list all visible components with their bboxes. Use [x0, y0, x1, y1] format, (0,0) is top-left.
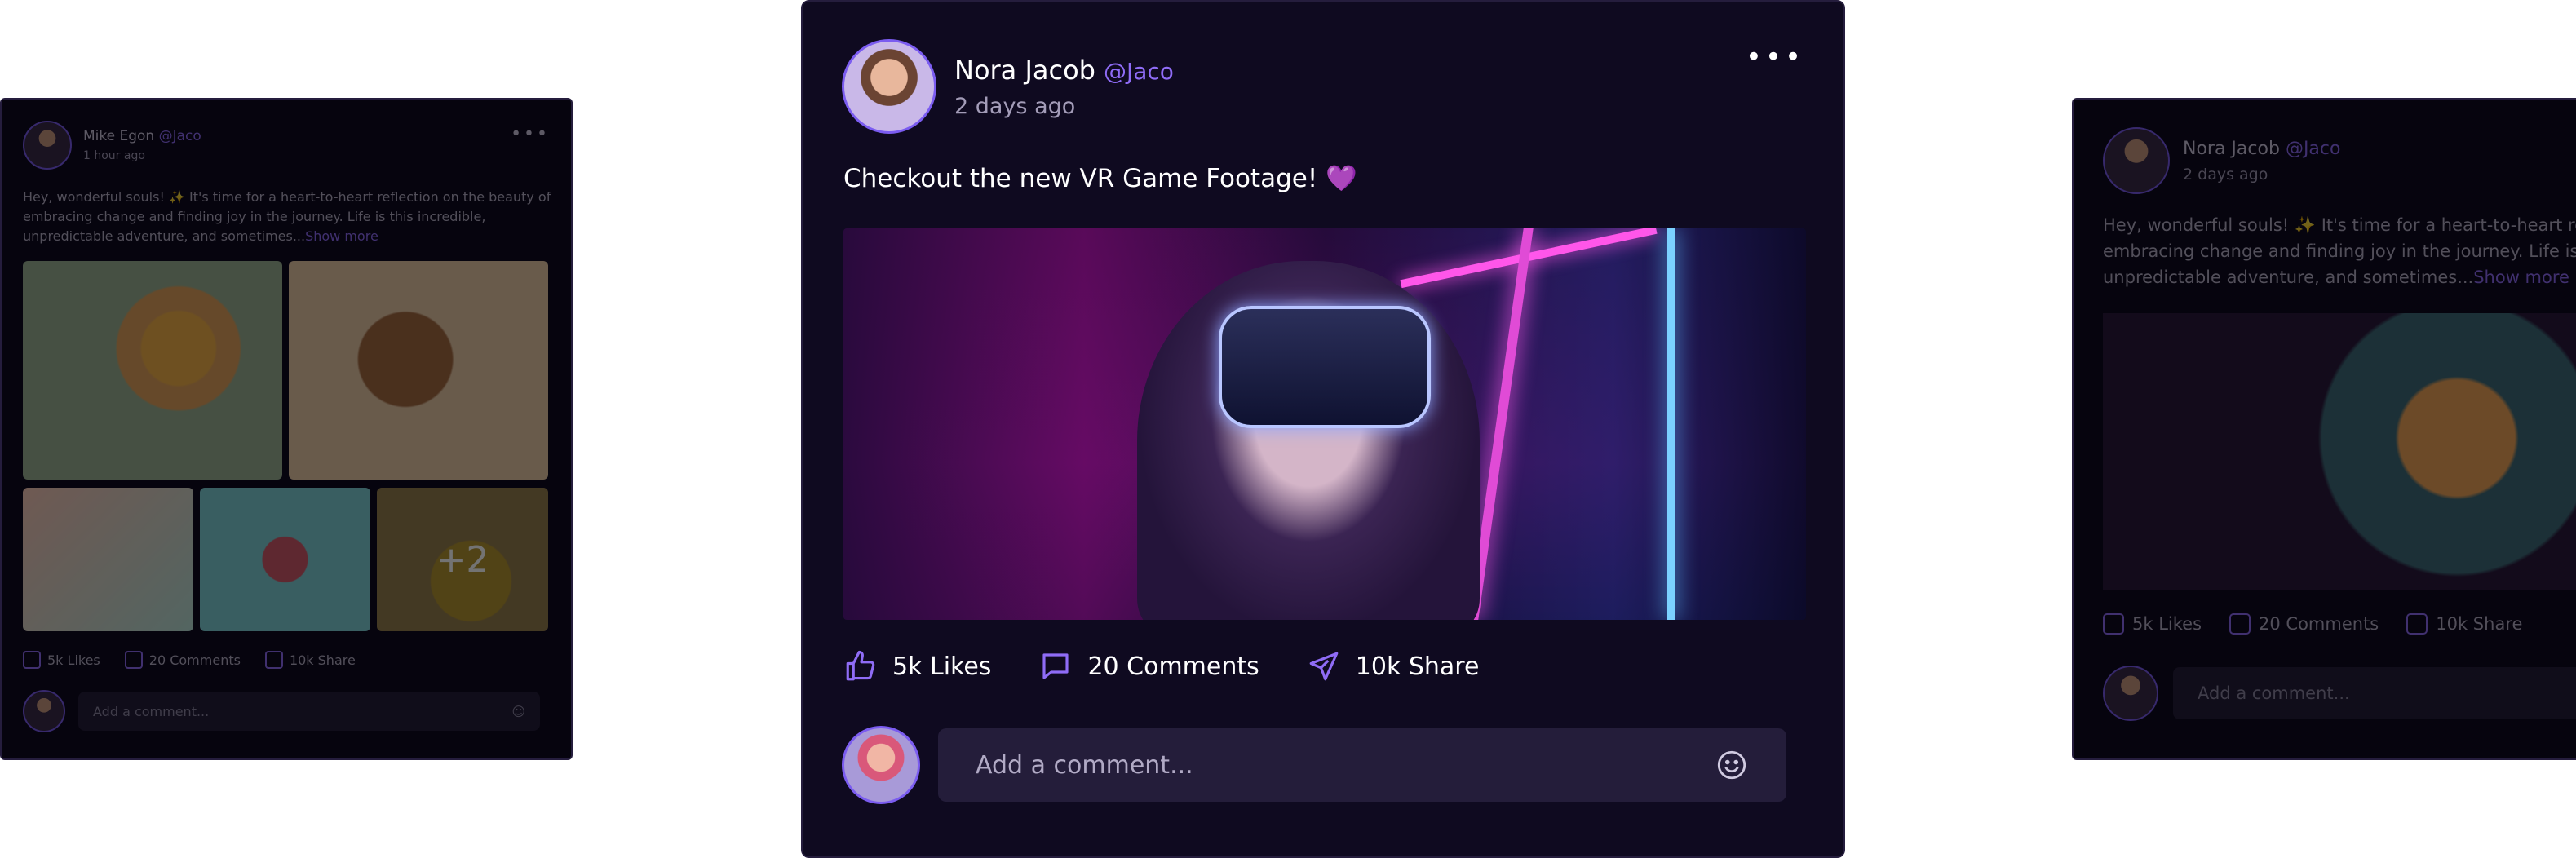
gallery-image-3[interactable]	[23, 488, 193, 631]
comment-input[interactable]: Add a comment...	[938, 728, 1786, 802]
post-header: Nora Jacob @Jaco 2 days ago	[2103, 127, 2340, 194]
post-text-line: Hey, wonderful souls! ✨ It's time for a …	[2103, 215, 2576, 235]
author-handle[interactable]: @Jaco	[159, 128, 201, 144]
send-icon	[1309, 652, 1339, 681]
comment-button[interactable]: 20 Comments	[124, 651, 241, 669]
post-actions: 5k Likes 20 Comments 10k Share	[2103, 613, 2522, 635]
show-more-link[interactable]: Show more	[305, 228, 378, 244]
post-actions: 5k Likes 20 Comments 10k Share	[843, 649, 1479, 683]
likes-count: 5k Likes	[892, 652, 992, 681]
more-horizontal-icon[interactable]: •••	[1746, 43, 1804, 71]
post-text-line: unpredictable adventure, and sometimes..…	[2103, 268, 2474, 287]
more-horizontal-icon[interactable]: •••	[511, 124, 550, 144]
post-caption: Checkout the new VR Game Footage! 💜	[843, 163, 1357, 193]
more-images-count: +2	[377, 488, 548, 631]
author-handle[interactable]: @Jaco	[1104, 58, 1174, 85]
purple-heart-emoji: 💜	[1326, 164, 1357, 193]
smile-icon[interactable]	[1715, 748, 1749, 782]
likes-count: 5k Likes	[47, 652, 100, 668]
post-card-main[interactable]: Nora Jacob @Jaco 2 days ago ••• Checkout…	[801, 0, 1845, 858]
post-time: 2 days ago	[2183, 165, 2268, 184]
post-card-right[interactable]: Nora Jacob @Jaco 2 days ago Hey, wonderf…	[2072, 98, 2576, 760]
comment-input[interactable]: Add a comment... ☺	[78, 692, 540, 731]
vr-headset	[1219, 306, 1431, 428]
share-count: 10k Share	[2436, 614, 2523, 634]
send-icon	[264, 651, 283, 669]
post-card-left[interactable]: Mike Egon @Jaco 1 hour ago ••• Hey, wond…	[0, 98, 573, 760]
post-image[interactable]	[843, 228, 1806, 620]
send-icon	[2406, 613, 2428, 635]
comment-icon	[2229, 613, 2251, 635]
share-button[interactable]: 10k Share	[264, 651, 356, 669]
author-name-row: Nora Jacob @Jaco	[2183, 139, 2340, 159]
thumbs-up-icon	[23, 651, 41, 669]
post-time: 1 hour ago	[83, 149, 145, 162]
comment-composer: Add a comment...	[842, 726, 1786, 804]
post-image[interactable]	[2103, 313, 2576, 590]
post-text-line: embracing change and finding joy in the …	[2103, 241, 2576, 261]
author-avatar[interactable]	[842, 39, 936, 134]
author-avatar[interactable]	[2103, 127, 2170, 194]
gallery-image-1[interactable]	[23, 261, 282, 480]
comments-count: 20 Comments	[1087, 652, 1259, 681]
thumbs-up-icon	[2103, 613, 2124, 635]
post-time: 2 days ago	[954, 93, 1076, 119]
post-header: Mike Egon @Jaco 1 hour ago	[23, 121, 201, 170]
author-name-row: Nora Jacob @Jaco	[954, 55, 1174, 86]
share-button[interactable]: 10k Share	[2406, 613, 2522, 635]
comment-icon	[124, 651, 143, 669]
comment-composer: Add a comment...	[2103, 666, 2576, 721]
thumbs-up-icon	[846, 650, 875, 681]
current-user-avatar	[842, 726, 920, 804]
comment-input[interactable]: Add a comment...	[2173, 667, 2576, 719]
share-count: 10k Share	[289, 652, 356, 668]
author-avatar[interactable]	[23, 121, 72, 170]
comments-count: 20 Comments	[148, 652, 241, 668]
author-handle[interactable]: @Jaco	[2286, 139, 2341, 159]
author-name-row: Mike Egon @Jaco	[83, 128, 201, 144]
comment-button[interactable]: 20 Comments	[1038, 649, 1259, 683]
comment-icon	[1042, 653, 1069, 679]
current-user-avatar	[2103, 666, 2158, 721]
share-count: 10k Share	[1355, 652, 1480, 681]
show-more-link[interactable]: Show more	[2473, 268, 2569, 287]
post-actions: 5k Likes 20 Comments 10k Share	[23, 651, 356, 669]
post-text: Hey, wonderful souls! ✨ It's time for a …	[2103, 212, 2576, 290]
post-text-content: Hey, wonderful souls! ✨ It's time for a …	[23, 189, 551, 244]
share-button[interactable]: 10k Share	[1307, 649, 1480, 683]
gallery-image-more[interactable]: +2	[377, 488, 548, 631]
gallery-image-4[interactable]	[200, 488, 370, 631]
comment-placeholder: Add a comment...	[976, 750, 1193, 780]
comment-placeholder: Add a comment...	[2198, 683, 2350, 703]
gallery-image-2[interactable]	[289, 261, 548, 480]
current-user-avatar	[23, 690, 65, 732]
author-name[interactable]: Mike Egon	[83, 128, 154, 144]
comment-placeholder: Add a comment...	[93, 703, 210, 719]
caption-text: Checkout the new VR Game Footage!	[843, 164, 1318, 193]
like-button[interactable]: 5k Likes	[843, 649, 991, 683]
post-header: Nora Jacob @Jaco 2 days ago	[842, 39, 1174, 134]
feed-carousel: Mike Egon @Jaco 1 hour ago ••• Hey, wond…	[0, 0, 2576, 858]
neon-light	[1667, 228, 1675, 620]
author-name[interactable]: Nora Jacob	[2183, 139, 2280, 159]
like-button[interactable]: 5k Likes	[2103, 613, 2202, 635]
author-name[interactable]: Nora Jacob	[954, 55, 1095, 86]
like-button[interactable]: 5k Likes	[23, 651, 100, 669]
smile-icon[interactable]: ☺	[511, 704, 525, 719]
comments-count: 20 Comments	[2259, 614, 2379, 634]
comment-composer: Add a comment... ☺	[23, 690, 540, 732]
post-text: Hey, wonderful souls! ✨ It's time for a …	[23, 188, 553, 246]
likes-count: 5k Likes	[2132, 614, 2202, 634]
comment-button[interactable]: 20 Comments	[2229, 613, 2379, 635]
